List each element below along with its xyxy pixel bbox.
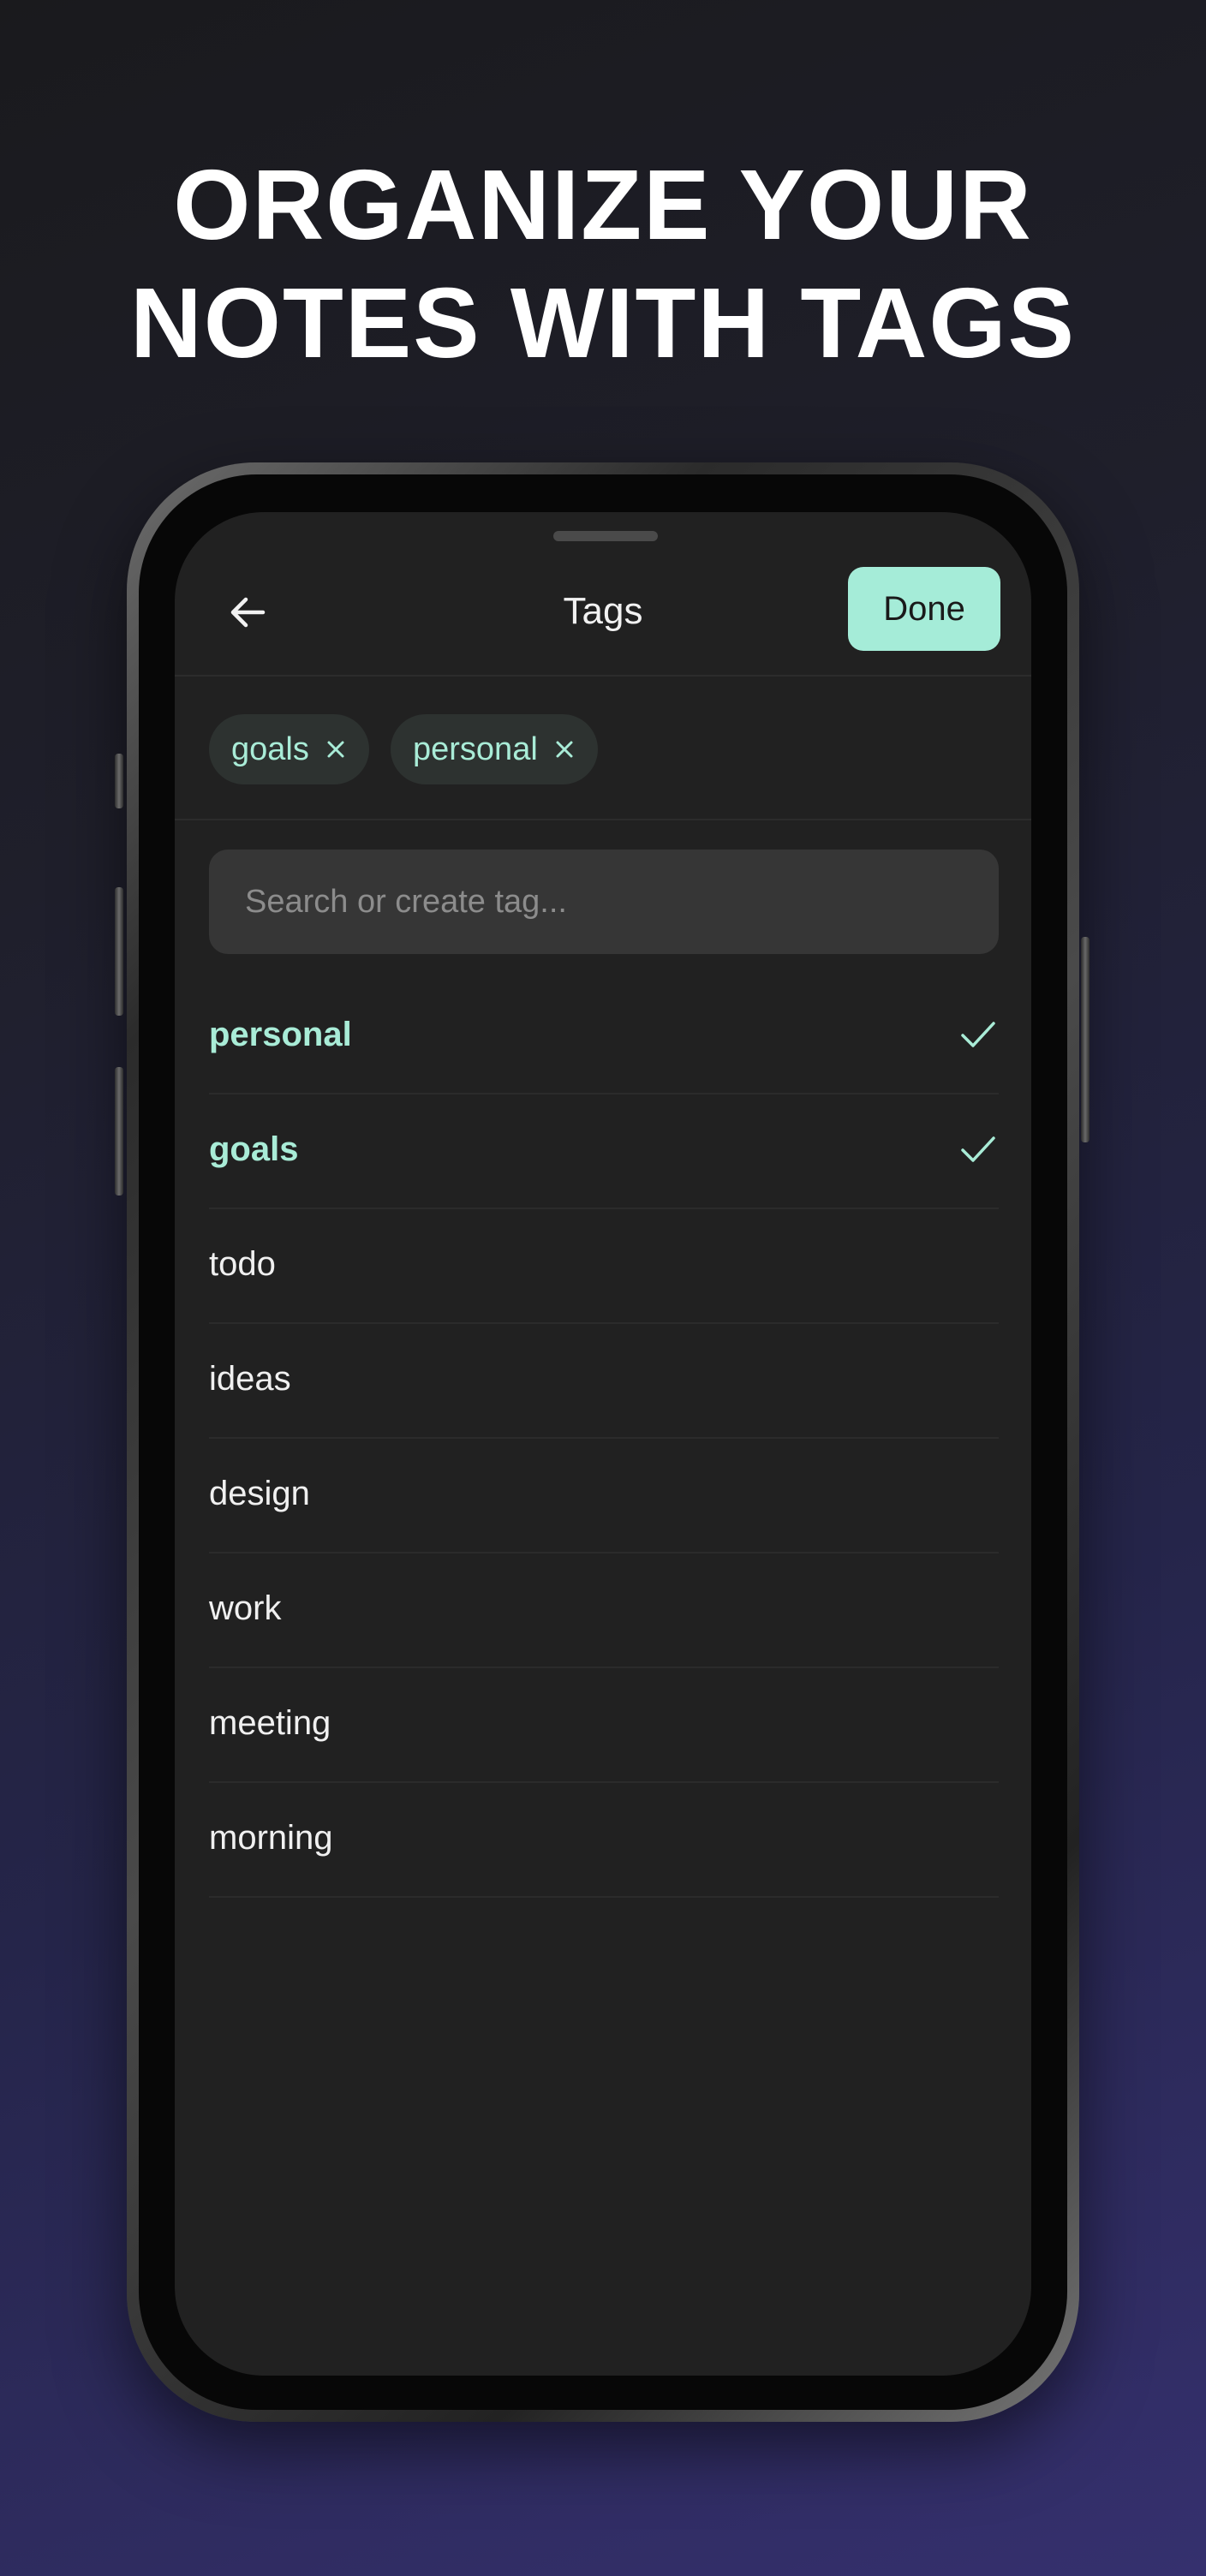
tag-row-design[interactable]: design — [209, 1439, 999, 1553]
selected-tag-chip-goals[interactable]: goals — [209, 714, 369, 784]
phone-volume-down-button — [115, 1067, 123, 1196]
tag-label: design — [209, 1475, 310, 1512]
remove-tag-personal-button[interactable] — [553, 738, 576, 760]
tag-label: goals — [209, 1130, 299, 1168]
screen-title: Tags — [563, 590, 643, 632]
tag-row-morning[interactable]: morning — [209, 1783, 999, 1898]
tag-label: meeting — [209, 1704, 331, 1742]
sheet-grabber[interactable] — [553, 531, 658, 541]
done-button[interactable]: Done — [848, 567, 1000, 651]
tag-label: ideas — [209, 1360, 291, 1398]
promo-headline: ORGANIZE YOUR NOTES WITH TAGS — [0, 146, 1206, 382]
tag-row-work[interactable]: work — [209, 1553, 999, 1668]
tag-label: work — [209, 1589, 282, 1627]
close-icon — [556, 741, 573, 758]
header-divider — [175, 675, 1031, 677]
tag-row-todo[interactable]: todo — [209, 1209, 999, 1324]
phone-mute-switch — [115, 754, 123, 808]
back-button[interactable] — [218, 582, 278, 642]
headline-line-2: NOTES WITH TAGS — [129, 267, 1077, 379]
selected-tag-chip-personal[interactable]: personal — [391, 714, 598, 784]
tag-label: morning — [209, 1819, 333, 1857]
remove-tag-goals-button[interactable] — [325, 738, 347, 760]
tag-row-meeting[interactable]: meeting — [209, 1668, 999, 1783]
phone-power-button — [1081, 937, 1090, 1142]
tag-label: todo — [209, 1245, 276, 1283]
tag-list: personal goals todo ideas design work me… — [209, 980, 999, 1898]
tag-row-ideas[interactable]: ideas — [209, 1324, 999, 1439]
tag-row-personal[interactable]: personal — [209, 980, 999, 1094]
chip-label: goals — [231, 730, 309, 767]
phone-volume-up-button — [115, 887, 123, 1016]
chips-divider — [175, 819, 1031, 820]
tag-search-input[interactable] — [209, 850, 999, 954]
tag-label: personal — [209, 1016, 352, 1053]
phone-screen: Tags Done goals personal personal go — [175, 512, 1031, 2376]
check-icon — [961, 1022, 995, 1047]
chip-label: personal — [413, 730, 538, 767]
tag-row-goals[interactable]: goals — [209, 1094, 999, 1209]
close-icon — [327, 741, 344, 758]
arrow-left-icon — [230, 597, 266, 628]
headline-line-1: ORGANIZE YOUR — [173, 149, 1033, 260]
check-icon — [961, 1136, 995, 1162]
